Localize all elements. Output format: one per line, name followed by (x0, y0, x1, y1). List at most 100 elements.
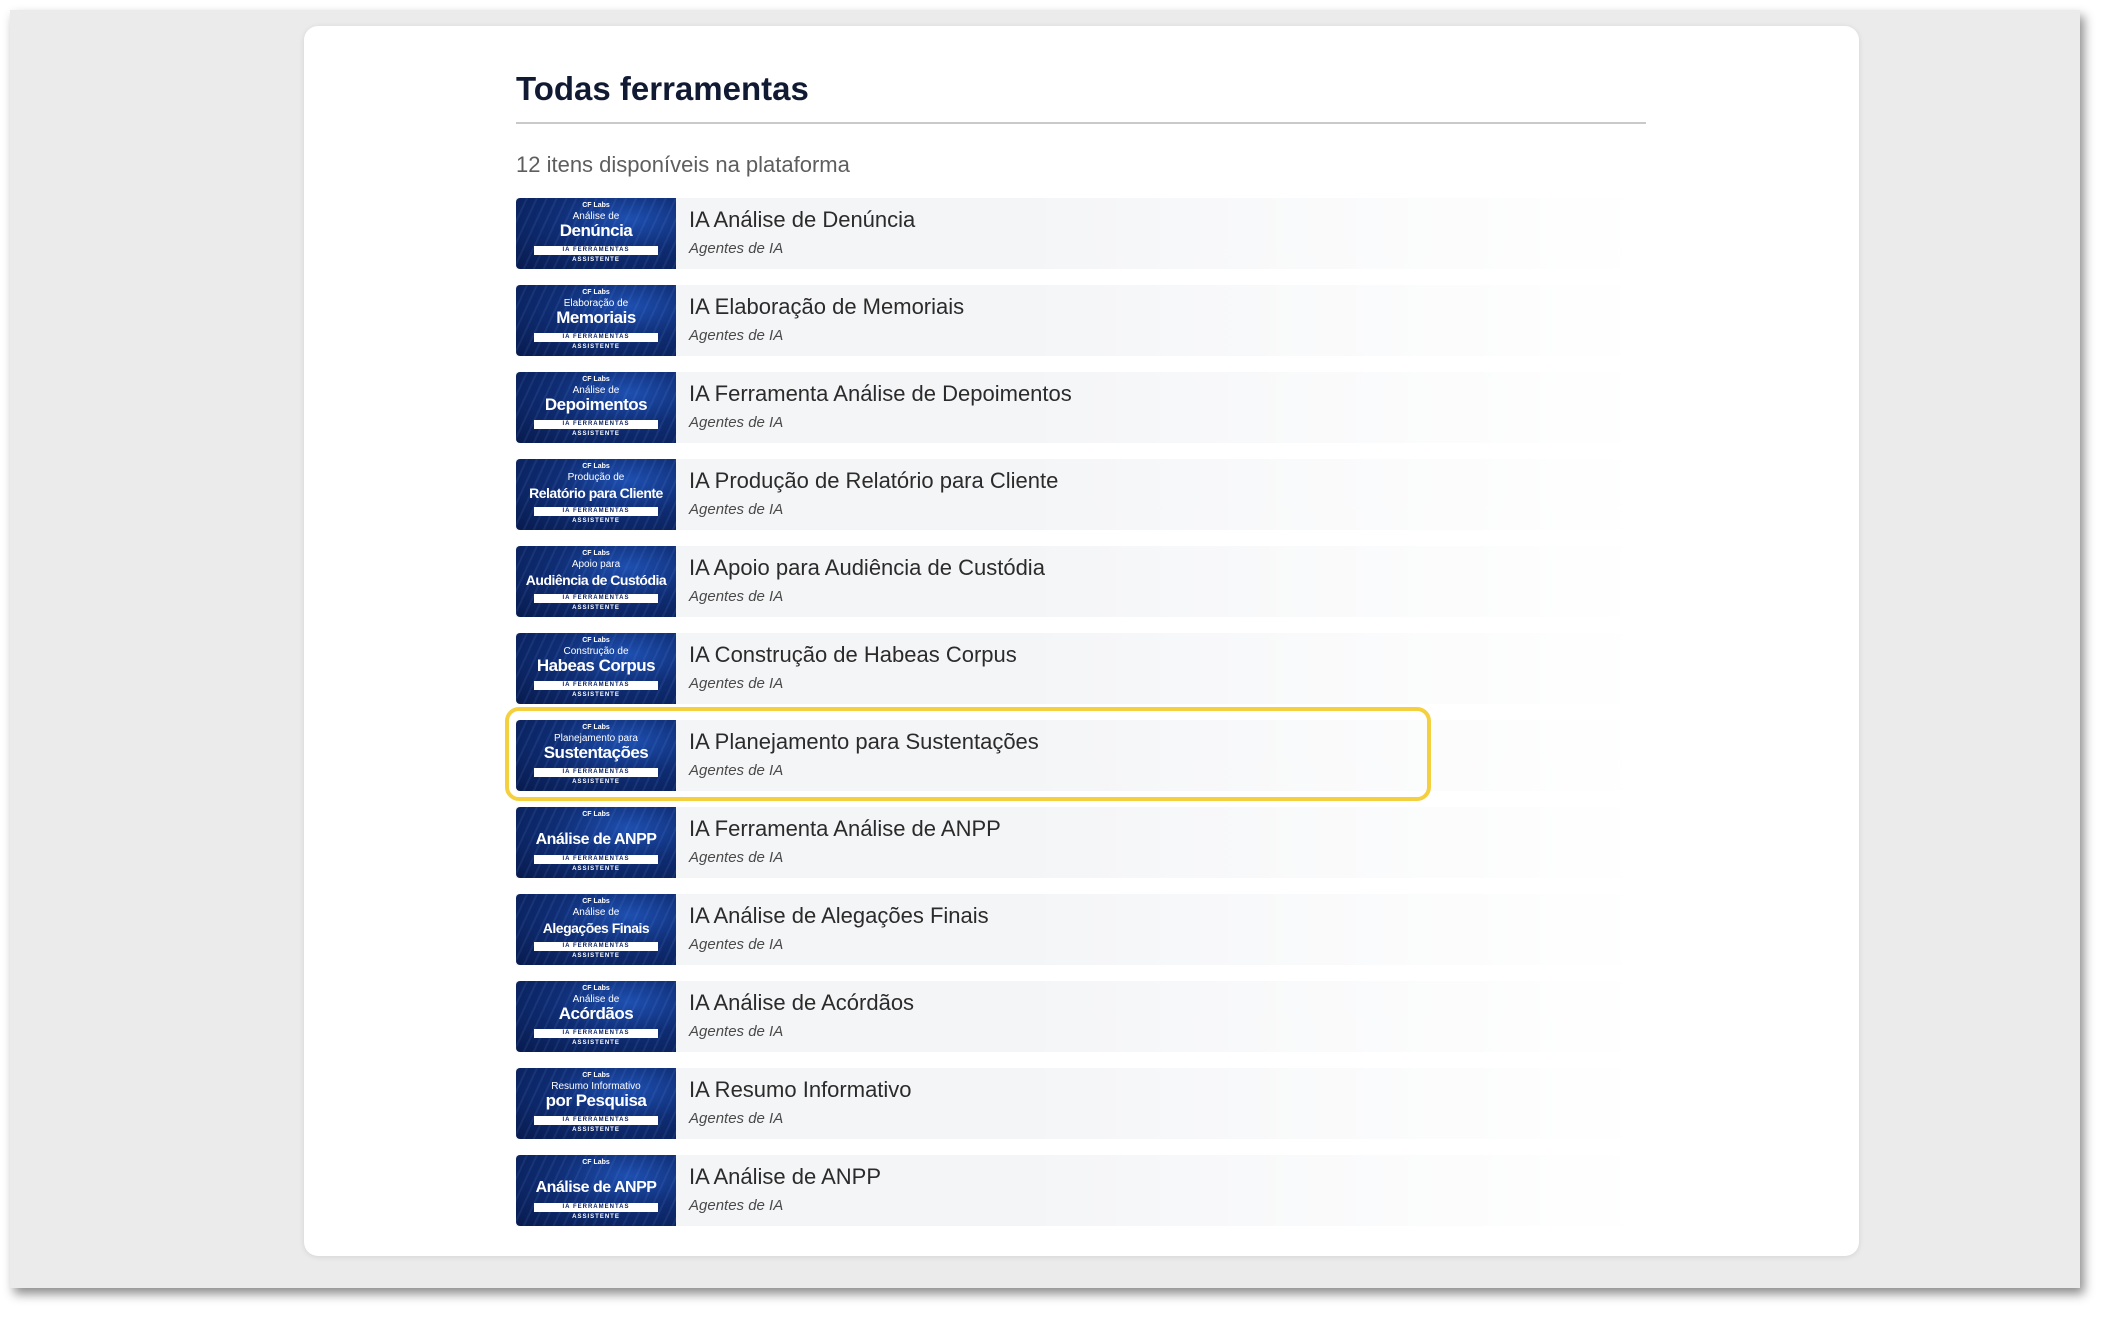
thumbnail-logo: CF Labs (582, 811, 610, 818)
thumbnail-band2: ASSISTENTE (572, 866, 620, 872)
thumbnail-band: IA FERRAMENTAS (534, 1029, 658, 1038)
thumbnail-band: IA FERRAMENTAS (534, 246, 658, 255)
thumbnail-line2: por Pesquisa (545, 1091, 647, 1110)
tool-item-9[interactable]: CF Labs Análise de Alegações Finais IA F… (516, 894, 1646, 965)
thumbnail-logo: CF Labs (582, 289, 610, 296)
tool-name: IA Análise de Acórdãos (689, 990, 915, 1015)
tool-thumbnail: CF Labs Resumo Informativo por Pesquisa … (516, 1068, 676, 1139)
tool-category: Agentes de IA (689, 414, 784, 431)
tool-name: IA Ferramenta Análise de Depoimentos (689, 381, 1072, 406)
thumbnail-band: IA FERRAMENTAS (534, 507, 658, 516)
thumbnail-band2: ASSISTENTE (572, 1127, 620, 1133)
tool-item-11[interactable]: CF Labs Resumo Informativo por Pesquisa … (516, 1068, 1646, 1139)
thumbnail-band: IA FERRAMENTAS (534, 333, 658, 342)
thumbnail-band: IA FERRAMENTAS (534, 1203, 658, 1212)
tool-item-5[interactable]: CF Labs Apoio para Audiência de Custódia… (516, 546, 1646, 617)
tool-thumbnail: CF Labs Análise de Alegações Finais IA F… (516, 894, 676, 965)
thumbnail-line2: Análise de ANPP (535, 1179, 657, 1196)
thumbnail-band: IA FERRAMENTAS (534, 1116, 658, 1125)
thumbnail-logo: CF Labs (582, 376, 610, 383)
tool-category: Agentes de IA (689, 1023, 784, 1040)
tool-name: IA Planejamento para Sustentações (689, 729, 1039, 754)
thumbnail-line2: Habeas Corpus (536, 656, 656, 675)
tool-name: IA Apoio para Audiência de Custódia (689, 555, 1045, 580)
thumbnail-band2: ASSISTENTE (572, 692, 620, 698)
tool-category: Agentes de IA (689, 1197, 784, 1214)
tool-thumbnail: CF Labs Construção de Habeas Corpus IA F… (516, 633, 676, 704)
tool-thumbnail: CF Labs Análise de ANPP IA FERRAMENTAS A… (516, 1155, 676, 1226)
thumbnail-line1: Apoio para (571, 559, 621, 570)
tool-item-4[interactable]: CF Labs Produção de Relatório para Clien… (516, 459, 1646, 530)
thumbnail-band2: ASSISTENTE (572, 431, 620, 437)
tool-item-8[interactable]: CF Labs Análise de ANPP IA FERRAMENTAS A… (516, 807, 1646, 878)
thumbnail-line2: Depoimentos (544, 395, 648, 414)
tool-item-7[interactable]: CF Labs Planejamento para Sustentações I… (516, 720, 1646, 791)
tool-thumbnail: CF Labs Análise de Acórdãos IA FERRAMENT… (516, 981, 676, 1052)
thumbnail-line2: Análise de ANPP (535, 831, 657, 848)
thumbnail-logo: CF Labs (582, 724, 610, 731)
thumbnail-band2: ASSISTENTE (572, 518, 620, 524)
thumbnail-band2: ASSISTENTE (572, 344, 620, 350)
tool-item-2[interactable]: CF Labs Elaboração de Memoriais IA FERRA… (516, 285, 1646, 356)
thumbnail-band: IA FERRAMENTAS (534, 768, 658, 777)
tool-item-10[interactable]: CF Labs Análise de Acórdãos IA FERRAMENT… (516, 981, 1646, 1052)
tool-thumbnail: CF Labs Planejamento para Sustentações I… (516, 720, 676, 791)
tool-category: Agentes de IA (689, 501, 784, 518)
thumbnail-line2: Memoriais (556, 308, 636, 327)
tool-name: IA Análise de Denúncia (689, 207, 916, 232)
title-divider (516, 122, 1646, 124)
tool-item-12[interactable]: CF Labs Análise de ANPP IA FERRAMENTAS A… (516, 1155, 1646, 1226)
thumbnail-logo: CF Labs (582, 550, 610, 557)
thumbnail-band2: ASSISTENTE (572, 257, 620, 263)
screenshot-frame: Todas ferramentas 12 itens disponíveis n… (10, 10, 2080, 1288)
tools-card: Todas ferramentas 12 itens disponíveis n… (304, 26, 1859, 1256)
tool-thumbnail: CF Labs Apoio para Audiência de Custódia… (516, 546, 676, 617)
thumbnail-line2: Denúncia (559, 221, 633, 240)
thumbnail-band2: ASSISTENTE (572, 779, 620, 785)
page-title: Todas ferramentas (516, 70, 809, 107)
tool-category: Agentes de IA (689, 936, 784, 953)
tool-item-3[interactable]: CF Labs Análise de Depoimentos IA FERRAM… (516, 372, 1646, 443)
thumbnail-line1: Produção de (567, 472, 625, 483)
items-count: 12 itens disponíveis na plataforma (516, 152, 850, 177)
thumbnail-line2: Relatório para Cliente (529, 485, 663, 501)
thumbnail-logo: CF Labs (582, 985, 610, 992)
tool-category: Agentes de IA (689, 1110, 784, 1127)
thumbnail-band2: ASSISTENTE (572, 1214, 620, 1220)
thumbnail-line1: Análise de (572, 907, 620, 918)
tool-name: IA Ferramenta Análise de ANPP (689, 816, 1001, 841)
tool-thumbnail: CF Labs Produção de Relatório para Clien… (516, 459, 676, 530)
thumbnail-line2: Alegações Finais (542, 920, 650, 936)
thumbnail-band2: ASSISTENTE (572, 1040, 620, 1046)
thumbnail-band: IA FERRAMENTAS (534, 594, 658, 603)
tool-name: IA Análise de Alegações Finais (689, 903, 989, 928)
tool-thumbnail: CF Labs Análise de ANPP IA FERRAMENTAS A… (516, 807, 676, 878)
tool-item-6[interactable]: CF Labs Construção de Habeas Corpus IA F… (516, 633, 1646, 704)
tool-name: IA Produção de Relatório para Cliente (689, 468, 1059, 493)
thumbnail-logo: CF Labs (582, 637, 610, 644)
thumbnail-logo: CF Labs (582, 463, 610, 470)
tool-name: IA Análise de ANPP (689, 1164, 882, 1189)
tool-category: Agentes de IA (689, 849, 784, 866)
tool-name: IA Construção de Habeas Corpus (689, 642, 1017, 667)
thumbnail-band2: ASSISTENTE (572, 953, 620, 959)
tool-thumbnail: CF Labs Análise de Denúncia IA FERRAMENT… (516, 198, 676, 269)
thumbnail-band: IA FERRAMENTAS (534, 942, 658, 951)
tool-name: IA Resumo Informativo (689, 1077, 912, 1102)
tool-item-1[interactable]: CF Labs Análise de Denúncia IA FERRAMENT… (516, 198, 1646, 269)
thumbnail-line2: Sustentações (543, 743, 649, 762)
thumbnail-logo: CF Labs (582, 202, 610, 209)
tool-name: IA Elaboração de Memoriais (689, 294, 965, 319)
thumbnail-line2: Acórdãos (558, 1004, 634, 1023)
thumbnail-logo: CF Labs (582, 1159, 610, 1166)
tool-thumbnail: CF Labs Elaboração de Memoriais IA FERRA… (516, 285, 676, 356)
thumbnail-band: IA FERRAMENTAS (534, 855, 658, 864)
thumbnail-line2: Audiência de Custódia (525, 572, 667, 588)
thumbnail-band: IA FERRAMENTAS (534, 681, 658, 690)
tool-category: Agentes de IA (689, 327, 784, 344)
tool-list: CF Labs Análise de Denúncia IA FERRAMENT… (516, 198, 1646, 1242)
tool-category: Agentes de IA (689, 588, 784, 605)
tool-thumbnail: CF Labs Análise de Depoimentos IA FERRAM… (516, 372, 676, 443)
thumbnail-logo: CF Labs (582, 1072, 610, 1079)
thumbnail-band2: ASSISTENTE (572, 605, 620, 611)
